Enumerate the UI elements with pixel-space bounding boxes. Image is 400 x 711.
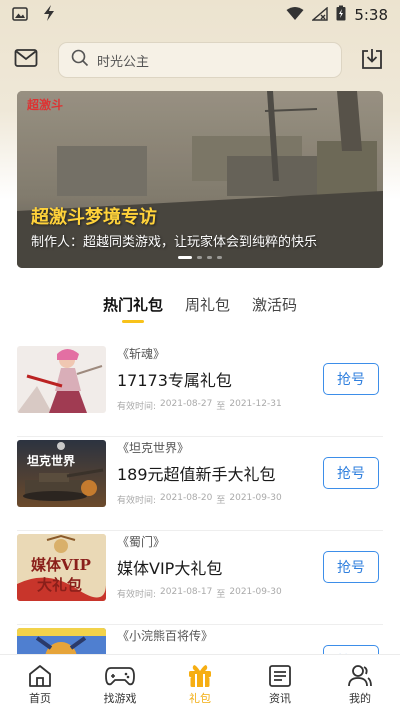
gift-item[interactable]: 坦克世界 《坦克世界》 189元超值新手大礼包 有效时间: 2021-08-20…: [17, 437, 383, 531]
validity-period: 有效时间: 2021-08-27 至 2021-12-31: [117, 399, 282, 412]
clock-time: 5:38: [354, 6, 388, 24]
nav-label: 资讯: [269, 692, 291, 705]
tab-label: 热门礼包: [102, 296, 163, 314]
tab-label: 周礼包: [184, 296, 230, 314]
tab-active-indicator: [121, 320, 144, 323]
validity-label: 有效时间:: [117, 402, 157, 412]
game-name: 《斩魂》: [117, 347, 166, 361]
search-box[interactable]: 时光公主: [58, 42, 342, 78]
svg-text:超激斗: 超激斗: [26, 97, 63, 112]
banner-title: 超激斗梦境专访: [31, 207, 157, 228]
bottom-navigation: 首页 找游戏 礼包 资讯 我的: [0, 654, 400, 711]
banner-dot[interactable]: [197, 256, 202, 259]
nav-label: 礼包: [189, 692, 211, 705]
message-button[interactable]: [14, 48, 40, 70]
validity-label: 有效时间:: [117, 496, 157, 506]
validity-start: 2021-08-20: [160, 493, 213, 503]
gift-name: 媒体VIP大礼包: [117, 559, 223, 578]
validity-start: 2021-08-27: [160, 399, 213, 409]
mail-icon: [14, 49, 38, 67]
image-notification-icon: [12, 6, 28, 25]
validity-label: 有效时间:: [117, 590, 157, 600]
nav-home[interactable]: 首页: [0, 655, 80, 711]
home-icon: [29, 665, 51, 687]
nav-label: 首页: [29, 692, 51, 705]
validity-end: 2021-12-31: [229, 399, 282, 409]
status-bar: 5:38: [0, 0, 400, 30]
grab-code-button[interactable]: 抢号: [323, 363, 379, 395]
gift-name: 189元超值新手大礼包: [117, 465, 276, 484]
validity-to: 至: [216, 496, 226, 506]
validity-period: 有效时间: 2021-08-20 至 2021-09-30: [117, 493, 282, 506]
download-icon: [362, 49, 382, 69]
nav-label: 找游戏: [103, 692, 137, 705]
banner-dot[interactable]: [207, 256, 212, 259]
gift-item[interactable]: 媒体VIP 大礼包 《蜀门》 媒体VIP大礼包 有效时间: 2021-08-17…: [17, 531, 383, 625]
thumbnail-caption: 坦克世界: [27, 454, 76, 468]
validity-end: 2021-09-30: [229, 493, 282, 503]
thumbnail-caption-line2: 大礼包: [37, 576, 83, 594]
gift-item[interactable]: 《斩魂》 17173专属礼包 有效时间: 2021-08-27 至 2021-1…: [17, 343, 383, 437]
nav-gifts[interactable]: 礼包: [160, 655, 240, 711]
gift-name: 17173专属礼包: [117, 371, 232, 390]
user-icon: [348, 665, 372, 687]
wifi-icon: [286, 6, 304, 25]
banner-subtitle: 制作人：超越同类游戏，让玩家体会到纯粹的快乐: [31, 235, 318, 250]
search-placeholder: 时光公主: [97, 54, 150, 70]
validity-period: 有效时间: 2021-08-17 至 2021-09-30: [117, 587, 282, 600]
tab-hot-gifts[interactable]: 热门礼包: [103, 286, 163, 326]
search-icon: [71, 49, 89, 71]
validity-start: 2021-08-17: [160, 587, 213, 597]
nav-label: 我的: [349, 692, 371, 705]
game-name: 《蜀门》: [117, 535, 166, 549]
news-icon: [269, 665, 291, 687]
gift-tabs: 热门礼包 周礼包 激活码: [0, 286, 400, 326]
gamepad-icon: [105, 667, 135, 686]
game-thumbnail: 坦克世界: [17, 440, 106, 507]
game-thumbnail: [17, 346, 106, 413]
game-name: 《坦克世界》: [117, 441, 190, 455]
thumbnail-caption-line1: 媒体VIP: [31, 556, 91, 574]
promo-banner[interactable]: 超激斗 超激斗梦境专访 制作人：超越同类游戏，让玩家体会到纯粹的快乐: [17, 91, 383, 268]
gift-icon: [189, 665, 211, 687]
grab-code-button[interactable]: 抢号: [323, 457, 379, 489]
flash-notification-icon: [42, 4, 56, 26]
game-thumbnail: 媒体VIP 大礼包: [17, 534, 106, 601]
validity-end: 2021-09-30: [229, 587, 282, 597]
battery-charging-icon: [336, 5, 346, 25]
grab-code-button[interactable]: 抢号: [323, 551, 379, 583]
tab-weekly-gifts[interactable]: 周礼包: [185, 286, 230, 326]
validity-to: 至: [216, 402, 226, 412]
download-button[interactable]: [360, 47, 386, 73]
top-header: 时光公主: [0, 40, 400, 80]
banner-pagination: [17, 256, 383, 259]
tab-label: 激活码: [252, 296, 298, 314]
signal-off-icon: [311, 5, 329, 25]
tab-activation-codes[interactable]: 激活码: [252, 286, 297, 326]
nav-news[interactable]: 资讯: [240, 655, 320, 711]
nav-find-games[interactable]: 找游戏: [80, 655, 160, 711]
banner-dot[interactable]: [178, 256, 192, 259]
game-name: 《小浣熊百将传》: [117, 629, 214, 643]
validity-to: 至: [216, 590, 226, 600]
banner-dot[interactable]: [217, 256, 222, 259]
nav-profile[interactable]: 我的: [320, 655, 400, 711]
